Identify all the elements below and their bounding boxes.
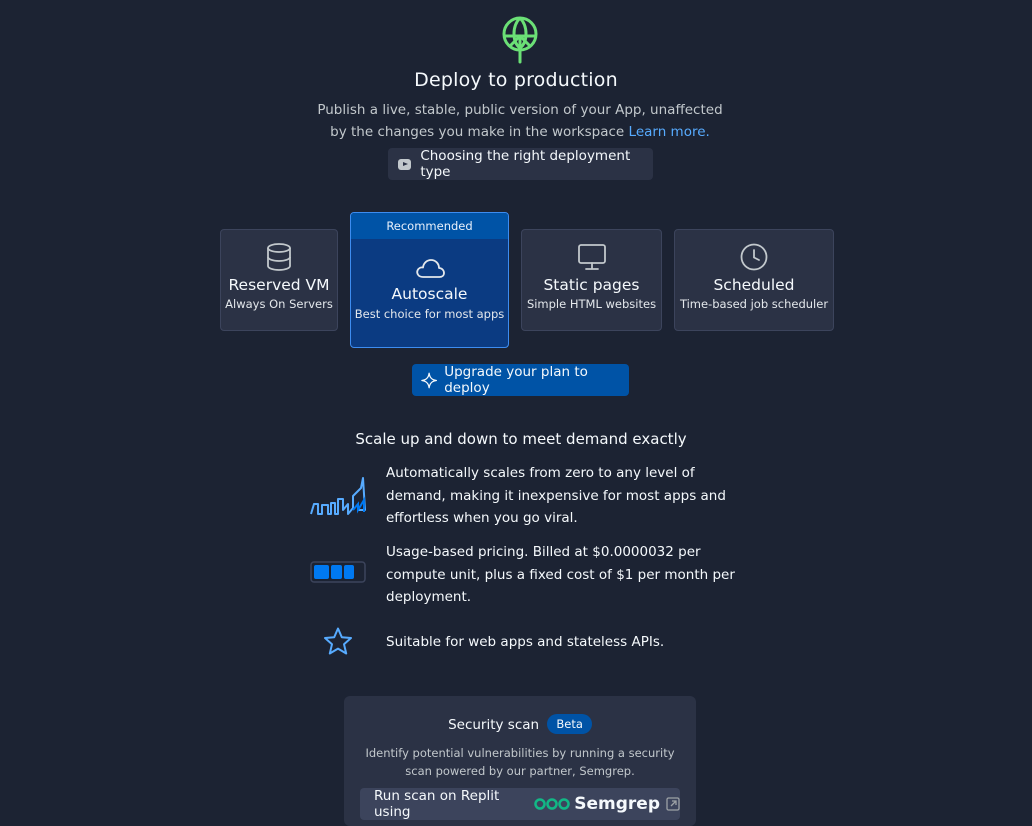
upgrade-plan-label: Upgrade your plan to deploy <box>444 364 588 396</box>
security-scan-panel: Security scan Beta Identify potential vu… <box>344 696 696 826</box>
card-desc: Always On Servers <box>225 297 333 311</box>
battery-icon <box>310 561 366 583</box>
card-desc: Best choice for most apps <box>354 307 505 321</box>
semgrep-logo: Semgrep <box>534 794 680 814</box>
page-title: Deploy to production <box>414 69 618 91</box>
feature-autoscale-text: Automatically scales from zero to any le… <box>386 465 726 526</box>
card-name: Static pages <box>543 276 640 294</box>
semgrep-wordmark: Semgrep <box>574 794 660 814</box>
star-icon <box>322 626 354 658</box>
scaling-chart-icon <box>308 474 368 518</box>
card-name: Autoscale <box>391 285 468 303</box>
card-desc: Simple HTML websites <box>526 297 657 311</box>
deploy-globe-icon <box>500 14 540 64</box>
semgrep-mark-icon <box>534 798 570 810</box>
deployment-type-autoscale[interactable]: Recommended Autoscale Best choice for mo… <box>350 212 509 348</box>
section-title: Scale up and down to meet demand exactly <box>355 430 687 448</box>
clock-icon <box>740 243 768 271</box>
youtube-icon <box>398 158 412 170</box>
external-link-icon <box>666 797 680 811</box>
recommended-badge: Recommended <box>351 213 508 239</box>
video-guide-label: Choosing the right deployment type <box>420 148 631 180</box>
security-scan-label: Security scan <box>448 717 540 733</box>
deployment-type-reserved-vm[interactable]: Reserved VM Always On Servers <box>220 229 338 331</box>
feature-webapps-text: Suitable for web apps and stateless APIs… <box>386 634 665 650</box>
database-icon <box>267 243 291 271</box>
deployment-type-scheduled[interactable]: Scheduled Time-based job scheduler <box>674 229 834 331</box>
sparkle-icon <box>421 372 438 388</box>
run-scan-button[interactable]: Run scan on Replit using Semgrep <box>360 788 680 820</box>
card-name: Scheduled <box>713 276 795 294</box>
security-scan-description: Identify potential vulnerabilities by ru… <box>365 746 675 778</box>
card-name: Reserved VM <box>228 276 330 294</box>
security-scan-title: Security scan Beta <box>344 714 696 734</box>
deployment-type-static-pages[interactable]: Static pages Simple HTML websites <box>521 229 662 331</box>
cloud-icon <box>415 259 445 278</box>
learn-more-link[interactable]: Learn more. <box>629 124 710 140</box>
run-scan-label: Run scan on Replit using <box>374 788 500 820</box>
monitor-icon <box>577 244 606 270</box>
page-subtitle: Publish a live, stable, public version o… <box>316 99 724 143</box>
beta-badge: Beta <box>547 714 592 734</box>
feature-pricing-text: Usage-based pricing. Billed at $0.000003… <box>386 544 735 605</box>
upgrade-plan-button[interactable]: Upgrade your plan to deploy <box>412 364 629 396</box>
card-desc: Time-based job scheduler <box>679 297 829 311</box>
video-guide-button[interactable]: Choosing the right deployment type <box>388 148 653 180</box>
